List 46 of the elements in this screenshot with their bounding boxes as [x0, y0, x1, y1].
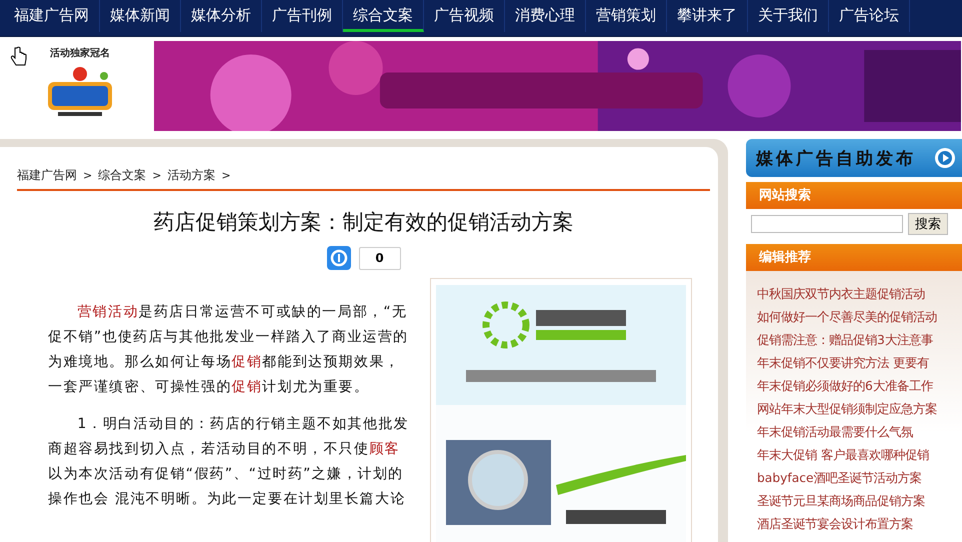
breadcrumb-link[interactable]: 福建广告网 — [17, 167, 77, 184]
keyword-link[interactable]: 促销 — [232, 379, 262, 395]
section-header: 编辑推荐 — [746, 244, 962, 271]
nav-tab[interactable]: 营销策划 — [586, 0, 667, 32]
section-header: 网站搜索 — [746, 182, 962, 209]
nav-tab[interactable]: 广告论坛 — [829, 0, 910, 32]
keyword-link[interactable]: 促销 — [232, 354, 262, 370]
nav-tab[interactable]: 媒体新闻 — [100, 0, 181, 32]
search-field[interactable] — [751, 215, 903, 233]
share-count: 0 — [358, 246, 400, 270]
breadcrumb-separator: > — [221, 169, 231, 182]
recommend-link[interactable]: 网站年末大型促销须制定应急方案 — [757, 398, 962, 421]
nav-tab[interactable]: 综合文案 — [343, 0, 424, 32]
recommend-link[interactable]: 促销需注意：赠品促销3大注意事 — [757, 329, 962, 352]
article-title: 药店促销策划方案：制定有效的促销活动方案 — [152, 209, 574, 236]
breadcrumb-link[interactable]: 活动方案 — [167, 167, 216, 184]
nav-tab[interactable]: 广告刊例 — [262, 0, 343, 32]
nav-tab[interactable]: 消费心理 — [505, 0, 586, 32]
nav-tab[interactable]: 福建广告网 — [4, 0, 100, 32]
breadcrumb-separator: > — [152, 169, 162, 182]
recommend-link[interactable]: 年末促销必须做好的6大准备工作 — [757, 375, 962, 398]
keyword-link[interactable]: 营销活动 — [77, 304, 139, 320]
breadcrumb-link[interactable]: 综合文案 — [98, 167, 146, 184]
recommend-link[interactable]: 年末大促销 客户最喜欢哪种促销 — [757, 444, 962, 467]
recommend-link[interactable]: 年末促销活动最需要什么气氛 — [757, 421, 962, 444]
nav-tab[interactable]: 媒体分析 — [181, 0, 262, 32]
recommend-link[interactable]: 圣诞节元旦某商场商品促销方案 — [757, 490, 962, 513]
search-button[interactable]: 搜索 — [908, 213, 948, 235]
recommend-link[interactable]: babyface酒吧圣诞节活动方案 — [757, 467, 962, 490]
sponsor-label: 活动独家冠名 — [50, 46, 110, 60]
nav-tab[interactable]: 广告视频 — [424, 0, 505, 32]
recommend-link[interactable]: 中秋国庆双节内衣主题促销活动 — [757, 283, 962, 306]
publish-button[interactable]: 媒体广告自助发布 — [746, 139, 962, 177]
breadcrumb-separator: > — [83, 169, 92, 182]
recommend-link[interactable]: 年末促销不仅要讲究方法 更要有 — [757, 352, 962, 375]
play-icon — [934, 147, 956, 169]
article-paragraph: 营销活动是药店日常运营不可或缺的一局部，“无促不销”也使药店与其他批发业一样踏入了商业运营的为难境地。那么如何让每场促销都能到达预期效果，一套严谨缜密、可操性强的促销计划尤为重要。 — [48, 303, 410, 397]
recommend-link[interactable]: 酒店圣诞节宴会设计布置方案 — [757, 513, 962, 536]
publish-label: 媒体广告自助发布 — [756, 148, 916, 170]
recommend-link[interactable]: 如何做好一个尽善尽美的促销活动 — [757, 306, 962, 329]
nav-tab[interactable]: 关于我们 — [748, 0, 829, 32]
nav-tab[interactable]: 攀讲来了 — [667, 0, 748, 32]
hand-cursor-icon — [10, 46, 28, 68]
keyword-link[interactable]: 顾客 — [369, 441, 400, 457]
article-paragraph: 1．明白活动目的：药店的行销主题不如其他批发商超容易找到切入点，若活动目的不明，不只使顾客 以为本次活动有促销“假药”、“过时药”之嫌，计划的操作也会 混沌不明晰。为此一定要在计划里长篇大论 — [48, 415, 410, 509]
refresh-icon[interactable] — [326, 246, 350, 270]
